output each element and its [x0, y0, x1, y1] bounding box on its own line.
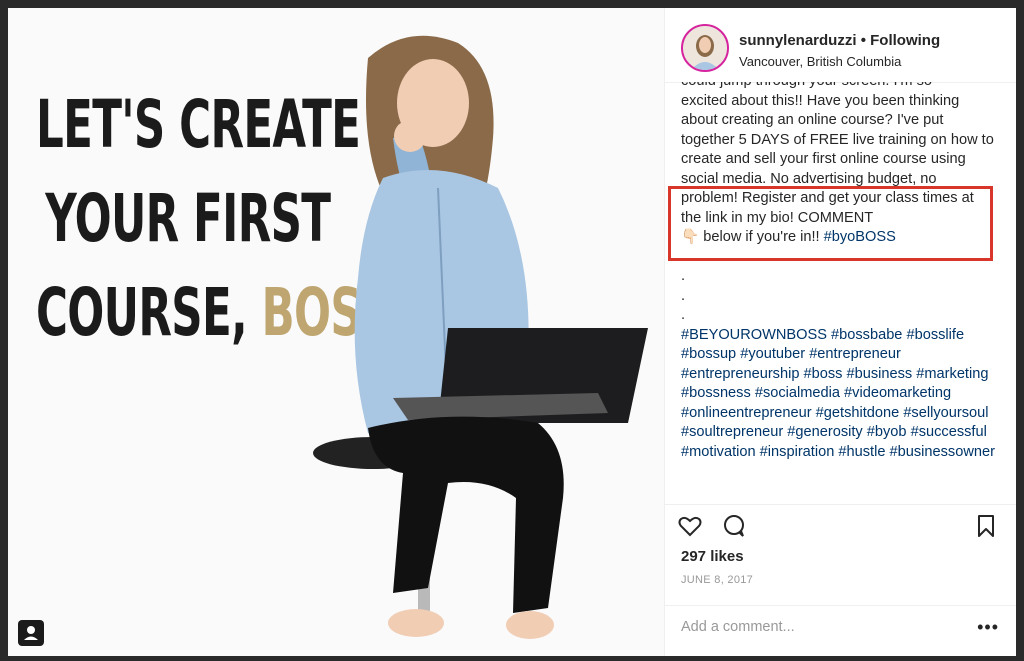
headline-line-3: COURSE, BOSS! — [36, 266, 410, 360]
headline-line-2: YOUR FIRST — [45, 180, 331, 257]
location-link[interactable]: Vancouver, British Columbia — [739, 54, 901, 69]
post-actions — [665, 504, 1016, 545]
bookmark-icon[interactable] — [973, 513, 999, 539]
headline-line-1: LET'S CREATE — [36, 86, 361, 163]
post-date: JUNE 8, 2017 — [681, 574, 754, 586]
add-comment-input[interactable]: Add a comment... — [681, 619, 795, 635]
username-link[interactable]: sunnylenarduzzi — [739, 32, 857, 49]
hashtag-block[interactable]: #BEYOUROWNBOSS #bossbabe #bosslife #boss… — [681, 326, 997, 463]
separator: • — [856, 32, 871, 49]
avatar[interactable] — [681, 24, 729, 72]
post-photo[interactable]: LET'S CREATE YOUR FIRST COURSE, BOSS! — [8, 8, 664, 656]
post-header: sunnylenarduzzi • Following Vancouver, B… — [665, 8, 1016, 83]
headline-line-3-text: COURSE, — [36, 274, 262, 351]
photo-headline: LET'S CREATE YOUR FIRST COURSE, BOSS! — [36, 78, 410, 360]
user-tag-icon[interactable] — [18, 620, 44, 646]
comment-bubble-icon[interactable] — [721, 513, 747, 539]
caption-scroll-area[interactable]: could jump through your screen. I'm so e… — [681, 82, 997, 502]
dot-line: . — [681, 268, 686, 284]
dot-line: . — [681, 287, 686, 304]
post-author: sunnylenarduzzi • Following — [739, 32, 940, 49]
post-modal: LET'S CREATE YOUR FIRST COURSE, BOSS! — [8, 8, 1016, 656]
more-options-icon[interactable]: ••• — [977, 617, 999, 638]
red-highlight-box — [668, 186, 993, 261]
post-side-panel: sunnylenarduzzi • Following Vancouver, B… — [664, 8, 1016, 656]
comment-row: Add a comment... ••• — [665, 605, 1016, 656]
caption-cut-line: could jump through your screen. I'm so — [681, 82, 997, 92]
woman-with-laptop-illustration — [313, 35, 648, 639]
dot-line: . — [681, 307, 686, 323]
like-count[interactable]: 297 likes — [681, 548, 744, 565]
like-heart-icon[interactable] — [677, 513, 703, 539]
follow-status-button[interactable]: Following — [870, 32, 940, 49]
